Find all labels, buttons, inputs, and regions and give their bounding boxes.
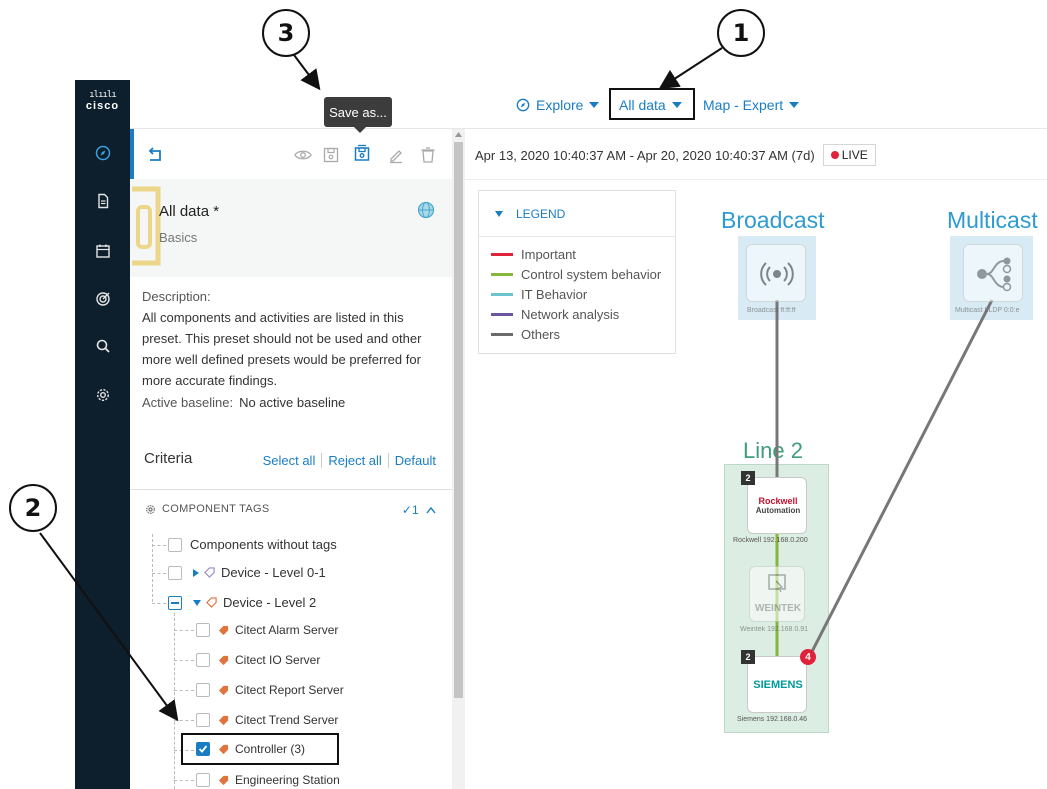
node-count-badge: 2 [741, 650, 755, 664]
node-caption: Multicast LLDP 0:0:e [955, 307, 1020, 314]
highlight-all-data [609, 88, 695, 120]
node-multicast[interactable] [963, 244, 1023, 302]
node-siemens[interactable]: SIEMENS [747, 656, 807, 713]
node-caption: Siemens 192.168.0.46 [737, 716, 808, 723]
node-caption: Weintek 192.168.0.91 [740, 626, 808, 633]
highlight-controller [181, 733, 339, 765]
callout-1: 1 [717, 9, 765, 57]
node-broadcast[interactable] [746, 244, 806, 302]
weintek-logo: WEINTEK [754, 603, 802, 614]
node-weintek[interactable]: WEINTEK [749, 566, 805, 622]
broadcast-icon [760, 262, 794, 286]
node-caption: Rockwell 192.168.0.200 [733, 537, 808, 544]
siemens-logo: SIEMENS [753, 679, 803, 691]
node-caption: Broadcast ff:ff:ff [747, 307, 796, 314]
alert-count-badge[interactable]: 4 [800, 649, 816, 665]
map-links [775, 299, 994, 680]
multicast-icon [977, 257, 1012, 292]
node-rockwell[interactable]: Rockwell Automation [747, 477, 807, 534]
callout-2: 2 [9, 484, 57, 532]
screen-icon [768, 574, 786, 593]
save-as-tooltip: Save as... [324, 97, 392, 133]
rockwell-logo: Rockwell Automation [755, 496, 801, 515]
screenshot-root: 1 2 3 ılıılı cisco Explore All data Map … [0, 0, 1047, 789]
node-count-badge: 2 [741, 471, 755, 485]
callout-3: 3 [262, 9, 310, 57]
